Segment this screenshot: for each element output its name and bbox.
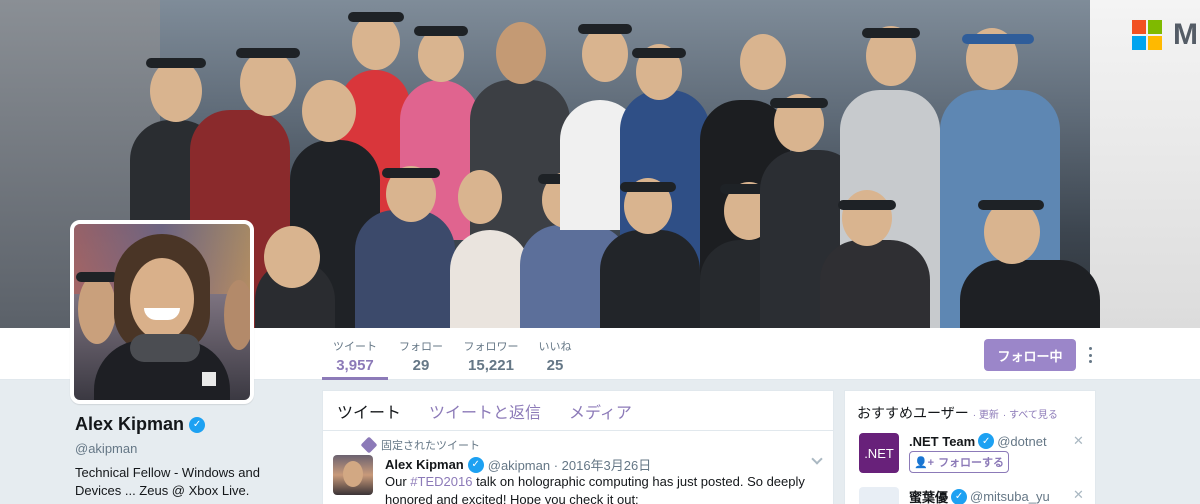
profile-name-text: Alex Kipman [75, 414, 185, 434]
brand-text: M [1173, 18, 1198, 51]
tweet-meta[interactable]: @akipman · 2016年3月26日 [488, 455, 652, 474]
profile-handle: @akipman [75, 441, 138, 456]
person [820, 240, 930, 328]
stat-label: いいね [538, 341, 572, 353]
add-user-icon: 👤+ [913, 456, 935, 469]
person-head [264, 226, 320, 288]
person-head [458, 170, 502, 224]
suggestions-title: おすすめユーザー [857, 405, 969, 421]
verified-icon: ✓ [467, 456, 484, 473]
pinned-text: 固定されたツイート [381, 440, 480, 452]
tweet-author[interactable]: Alex Kipman [385, 457, 464, 472]
person [355, 210, 455, 328]
person [600, 230, 700, 328]
avatar[interactable] [70, 220, 254, 404]
refresh-link[interactable]: · 更新 [973, 406, 999, 421]
follow-label: フォローする [938, 457, 1005, 469]
stat-value: 3,957 [336, 357, 374, 374]
profile-name: Alex Kipman ✓ [75, 414, 206, 435]
stat-label: フォロー [399, 341, 443, 353]
person [960, 260, 1100, 328]
person-head [496, 22, 546, 84]
person-head [582, 26, 628, 82]
tweet-header: Alex Kipman ✓ @akipman · 2016年3月26日 [385, 455, 651, 474]
headset [632, 48, 686, 58]
person-head [352, 14, 400, 70]
who-to-follow: おすすめユーザー · 更新 · すべて見る .NET .NET Team ✓ @… [844, 390, 1096, 504]
person-head [302, 80, 356, 142]
profile-page: M ツイート 3,957 フォロー 29 フォロワー 15,221 いいね 25… [0, 0, 1200, 504]
follow-button[interactable]: 👤+ フォローする [909, 451, 1009, 473]
headset [620, 182, 676, 192]
person [450, 230, 530, 328]
suggested-user-handle: @mitsuba_yu [970, 489, 1050, 504]
avatar-photo [74, 224, 250, 400]
view-all-link[interactable]: · すべて見る [1003, 406, 1058, 421]
headset [770, 98, 828, 108]
headset [978, 200, 1044, 210]
headset [414, 26, 468, 36]
person-head [240, 50, 296, 116]
stat-label: フォロワー [463, 341, 519, 353]
suggested-user-avatar[interactable] [859, 487, 899, 504]
chevron-down-icon[interactable] [811, 453, 823, 465]
stat-value: 29 [412, 357, 430, 374]
stat-label: ツイート [333, 341, 377, 353]
suggested-user-handle: @dotnet [997, 433, 1047, 449]
timeline: ツイート ツイートと返信 メディア 固定されたツイート Alex Kipman … [322, 390, 834, 504]
headset [236, 48, 300, 58]
stat-value: 15,221 [468, 357, 514, 374]
pinned-label: 固定されたツイート [360, 436, 480, 454]
dotnet-avatar[interactable]: .NET [859, 433, 899, 473]
tab-tweets[interactable]: ツイート [337, 399, 401, 423]
microsoft-logo-icon [1132, 20, 1162, 50]
person-head [418, 28, 464, 82]
headset [862, 28, 920, 38]
person-head [150, 60, 202, 122]
person-head [842, 190, 892, 246]
stat-likes[interactable]: いいね 25 [534, 328, 576, 380]
stat-following[interactable]: フォロー 29 [396, 328, 446, 380]
headset [838, 200, 896, 210]
stat-tweets[interactable]: ツイート 3,957 [322, 328, 388, 380]
more-icon[interactable] [1082, 343, 1098, 367]
tab-media[interactable]: メディア [569, 399, 632, 423]
suggested-user-name: .NET Team ✓ @dotnet [909, 433, 1047, 449]
verified-icon: ✓ [951, 488, 968, 504]
headset [146, 58, 206, 68]
suggested-user-name: 蜜葉優 ✓ @mitsuba_yu [909, 487, 1050, 504]
tab-tweets-replies[interactable]: ツイートと返信 [429, 399, 541, 423]
tweet-avatar[interactable] [333, 455, 373, 495]
headset [382, 168, 440, 178]
person-head [740, 34, 786, 90]
tweet-text: Our #TED2016 talk on holographic computi… [385, 473, 815, 504]
suggestions-header: おすすめユーザー · 更新 · すべて見る [857, 403, 1058, 423]
close-icon[interactable]: ✕ [1073, 433, 1084, 449]
hashtag-link[interactable]: #TED2016 [410, 474, 472, 489]
headset [578, 24, 632, 34]
profile-bio: Technical Fellow - Windows and Devices .… [75, 465, 260, 498]
timeline-tabs: ツイート ツイートと返信 メディア [323, 391, 833, 431]
verified-icon: ✓ [189, 416, 206, 433]
headset [348, 12, 404, 22]
pin-icon [360, 436, 378, 454]
close-icon[interactable]: ✕ [1073, 487, 1084, 503]
suggested-user-display-name[interactable]: 蜜葉優 [909, 487, 948, 504]
tweet-text-start: Our [385, 474, 411, 489]
stat-followers[interactable]: フォロワー 15,221 [460, 328, 522, 380]
verified-icon: ✓ [978, 433, 995, 449]
stat-value: 25 [546, 357, 564, 374]
suggested-user-display-name[interactable]: .NET Team [909, 434, 975, 449]
headset [962, 34, 1034, 44]
following-button[interactable]: フォロー中 [984, 339, 1076, 371]
